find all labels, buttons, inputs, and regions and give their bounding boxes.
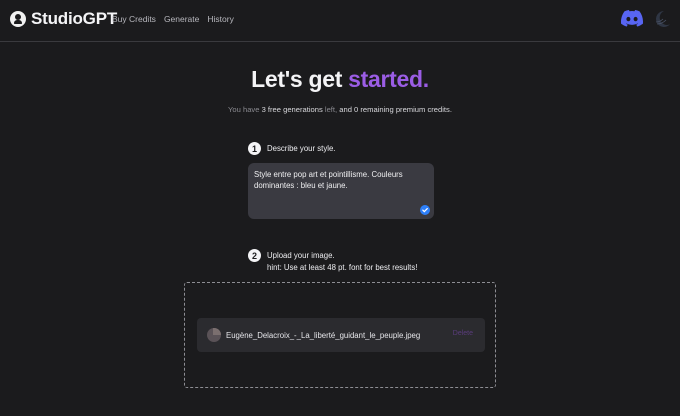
credits-summary: You have 3 free generations left, and 0 … xyxy=(0,105,680,114)
main-nav: Buy Credits Generate History xyxy=(112,14,234,24)
style-input-value: Style entre pop art et pointillisme. Cou… xyxy=(254,170,403,190)
theme-toggle-icon[interactable] xyxy=(652,9,672,29)
nav-generate[interactable]: Generate xyxy=(164,14,199,24)
sub-mid: left, xyxy=(322,105,340,114)
sub-prefix: You have xyxy=(228,105,262,114)
file-thumbnail xyxy=(207,328,221,342)
check-icon xyxy=(420,205,430,215)
header: StudioGPT Buy Credits Generate History xyxy=(0,0,680,42)
discord-icon[interactable] xyxy=(621,10,643,27)
step-number: 1 xyxy=(248,142,261,155)
step-describe: 1 Describe your style. xyxy=(248,142,335,155)
brand-name: StudioGPT xyxy=(31,9,118,28)
nav-buy-credits[interactable]: Buy Credits xyxy=(112,14,156,24)
brand[interactable]: StudioGPT xyxy=(10,9,117,29)
title-text: Let's get xyxy=(251,66,349,92)
style-input[interactable]: Style entre pop art et pointillisme. Cou… xyxy=(248,163,434,219)
page-title: Let's get started. xyxy=(0,66,680,93)
page: StudioGPT Buy Credits Generate History L… xyxy=(0,0,680,416)
step-label: Upload your image. hint: Use at least 48… xyxy=(267,250,417,274)
logo-icon xyxy=(10,11,26,27)
file-name: Eugène_Delacroix_-_La_liberté_guidant_le… xyxy=(226,330,421,340)
uploaded-file: Eugène_Delacroix_-_La_liberté_guidant_le… xyxy=(197,318,485,352)
premium-credits: and 0 remaining premium credits. xyxy=(339,105,452,114)
step-label: Describe your style. xyxy=(267,144,336,153)
step-upload-hint: hint: Use at least 48 pt. font for best … xyxy=(267,263,418,272)
step-number: 2 xyxy=(248,249,261,262)
title-accent: started. xyxy=(348,66,429,92)
remove-file-button[interactable]: Delete xyxy=(453,330,473,337)
free-generations: 3 free generations xyxy=(261,105,323,114)
step-upload: 2 Upload your image. hint: Use at least … xyxy=(248,249,417,274)
step-upload-label: Upload your image. xyxy=(267,251,335,260)
nav-history[interactable]: History xyxy=(207,14,233,24)
